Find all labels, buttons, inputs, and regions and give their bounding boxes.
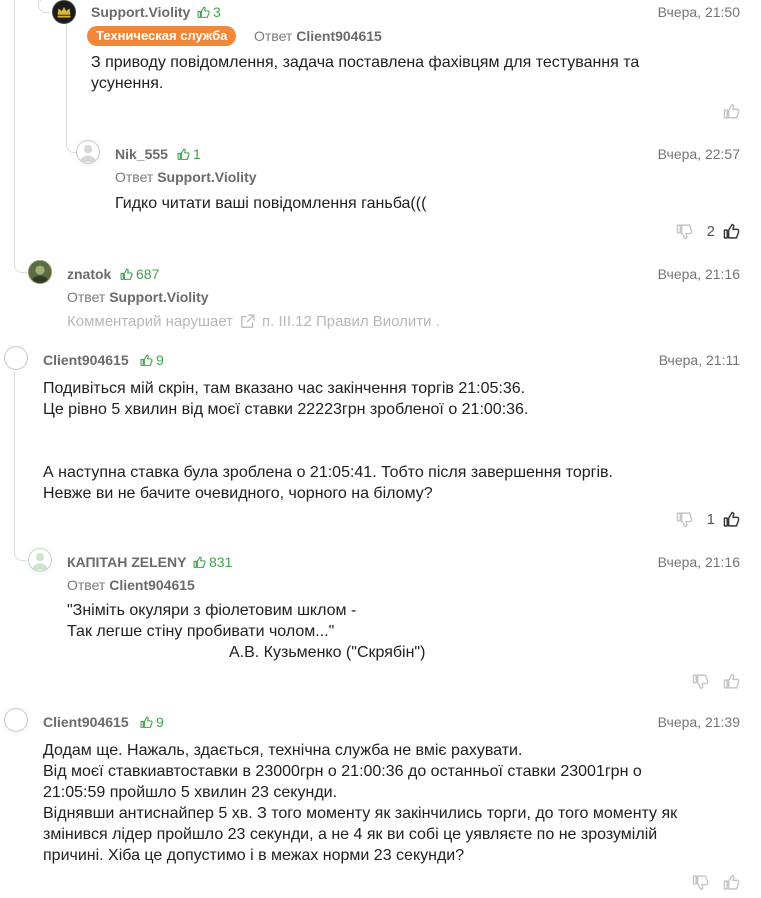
violation-rule-link[interactable]: п. III.12 Правил Виолити . xyxy=(262,313,440,330)
thread-line xyxy=(66,20,67,142)
rating-value: 831 xyxy=(209,554,233,570)
thumb-up-icon[interactable] xyxy=(723,103,740,120)
external-link-icon[interactable] xyxy=(239,313,256,330)
reply-prefix: Ответ xyxy=(67,289,106,305)
reply-prefix: Ответ xyxy=(67,577,106,593)
like-count: 1 xyxy=(706,511,715,528)
reply-prefix: Ответ xyxy=(254,28,293,44)
rating-value: 9 xyxy=(156,714,164,730)
thumb-up-icon xyxy=(193,556,206,568)
user-rating: 1 xyxy=(177,146,201,162)
user-rating: 9 xyxy=(140,352,164,368)
thumb-up-icon[interactable] xyxy=(723,874,740,891)
user-silhouette-icon xyxy=(79,145,97,163)
thumb-up-icon xyxy=(140,716,153,728)
user-silhouette-icon xyxy=(5,709,27,731)
rating-value: 9 xyxy=(156,352,164,368)
avatar[interactable] xyxy=(28,260,52,284)
thumb-up-icon xyxy=(197,6,210,18)
comment-text: Подивіться мій скрін, там вказано час за… xyxy=(43,380,613,502)
reply-target[interactable]: Client904615 xyxy=(296,28,382,44)
username[interactable]: Client904615 xyxy=(43,714,129,730)
violation-text: Комментарий нарушает xyxy=(67,313,234,330)
username[interactable]: Client904615 xyxy=(43,352,129,368)
reply-to: Ответ Support.Violity xyxy=(115,169,257,185)
thumb-down-icon[interactable] xyxy=(676,511,693,528)
like-count: 2 xyxy=(706,223,715,240)
user-rating: 831 xyxy=(193,554,232,570)
thumb-up-icon xyxy=(120,268,133,280)
reply-to: Ответ Support.Violity xyxy=(67,289,209,305)
thread-line xyxy=(14,372,15,547)
role-badge: Техническая служба xyxy=(87,26,237,46)
thumb-up-icon[interactable] xyxy=(723,511,740,528)
violation-notice: Комментарий нарушает п. III.12 Правил Ви… xyxy=(67,313,440,330)
avatar[interactable] xyxy=(4,346,28,370)
comment-time: Вчера, 21:16 xyxy=(657,554,740,570)
rating-value: 687 xyxy=(136,266,160,282)
thumb-down-icon[interactable] xyxy=(676,223,693,240)
comment-text-line: Так легше стіну пробивати чолом..." xyxy=(67,623,335,640)
reply-to: Ответ Client904615 xyxy=(67,577,195,593)
comment-time: Вчера, 21:50 xyxy=(657,4,740,20)
thumb-down-icon[interactable] xyxy=(692,673,709,690)
username[interactable]: Support.Violity xyxy=(91,4,190,20)
comment-time: Вчера, 21:11 xyxy=(658,352,740,368)
user-rating: 3 xyxy=(197,4,221,20)
thumb-up-icon[interactable] xyxy=(723,223,740,240)
username[interactable]: КАПІТАН ZELENY xyxy=(67,554,186,570)
comment-votes: 2 xyxy=(676,223,740,240)
comment-time: Вчера, 21:16 xyxy=(657,266,740,282)
comment-votes: 1 xyxy=(676,511,740,528)
reply-to: Ответ Client904615 xyxy=(254,28,382,44)
comment-votes xyxy=(692,673,740,690)
reply-prefix: Ответ xyxy=(115,169,154,185)
rating-value: 3 xyxy=(213,4,221,20)
reply-target[interactable]: Client904615 xyxy=(109,577,195,593)
comment-text: З приводу повідомлення, задача поставлен… xyxy=(91,54,640,92)
reply-target[interactable]: Support.Violity xyxy=(109,289,208,305)
comment-votes xyxy=(723,103,740,120)
thread-connector xyxy=(14,540,27,561)
thumb-down-icon[interactable] xyxy=(692,874,709,891)
thumb-up-icon xyxy=(140,354,153,366)
crown-icon xyxy=(57,6,71,18)
comment-text-line: "Зніміть окуляри з фіолетовим шклом - xyxy=(67,602,357,619)
username[interactable]: Nik_555 xyxy=(115,146,168,162)
thumb-up-icon xyxy=(177,148,190,160)
user-rating: 687 xyxy=(120,266,159,282)
comment-text: Додам ще. Нажаль, здається, технічна слу… xyxy=(43,742,678,864)
comment-time: Вчера, 21:39 xyxy=(657,714,740,730)
user-rating: 9 xyxy=(140,714,164,730)
comment-time: Вчера, 22:57 xyxy=(657,146,740,162)
avatar[interactable] xyxy=(28,548,52,572)
comment-text: Гидко читати ваші повідомлення ганьба((( xyxy=(115,195,427,212)
thread-line xyxy=(14,0,15,263)
thread-connector xyxy=(38,0,51,13)
thumb-up-icon[interactable] xyxy=(723,673,740,690)
avatar[interactable] xyxy=(76,140,100,164)
avatar[interactable] xyxy=(4,708,28,732)
avatar[interactable] xyxy=(52,0,76,24)
user-silhouette-icon xyxy=(31,553,49,571)
rating-value: 1 xyxy=(193,146,201,162)
user-silhouette-icon xyxy=(5,347,27,369)
reply-target[interactable]: Support.Violity xyxy=(157,169,256,185)
user-photo-icon xyxy=(29,261,51,283)
comment-votes xyxy=(692,874,740,891)
thread-connector xyxy=(14,250,27,273)
username[interactable]: znatok xyxy=(67,266,111,282)
comment-text-line: А.В. Кузьменко ("Скрябін") xyxy=(229,644,426,661)
